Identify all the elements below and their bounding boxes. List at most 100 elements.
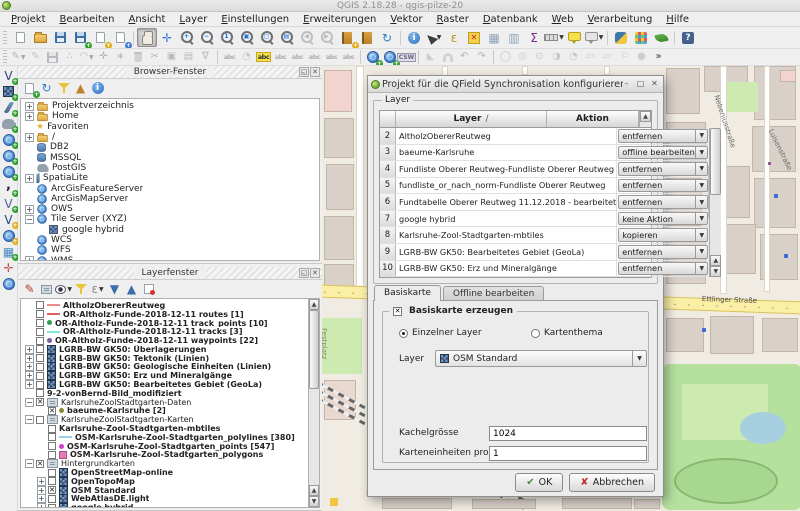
expander-icon[interactable]: + (37, 503, 46, 508)
layer-item[interactable]: +LGRB-BW GK50: Erz und Mineralgänge (23, 371, 307, 380)
browser-item[interactable]: +Home (23, 111, 319, 121)
browser-item[interactable]: +OWS (23, 204, 319, 214)
row-number-cell[interactable]: 8 (380, 227, 396, 243)
menu-einstellungen[interactable]: Einstellungen (214, 13, 296, 26)
browser-item[interactable]: +PostGIS (23, 163, 319, 173)
zoom-in-icon[interactable]: + (177, 28, 197, 47)
menu-web[interactable]: Web (545, 13, 581, 26)
add-group-icon[interactable] (38, 281, 55, 297)
refresh-browser-icon[interactable]: ↻ (38, 80, 55, 96)
menu-layer[interactable]: Layer (172, 13, 214, 26)
expander-icon[interactable]: + (25, 345, 34, 354)
zoom-out-icon[interactable]: − (197, 28, 217, 47)
qfield-sync-icon[interactable] (651, 28, 671, 47)
text-annotation-icon[interactable]: ▼ (584, 28, 604, 47)
layer-item[interactable]: +OR-Altholz-Funde-2018-12-11 track_point… (23, 319, 307, 328)
select-features-icon[interactable]: ▼ (424, 28, 444, 47)
layer-checkbox[interactable] (36, 345, 44, 353)
action-column-header[interactable]: Aktion (547, 111, 639, 127)
manage-plugins-icon[interactable] (631, 28, 651, 47)
layer-name-cell[interactable]: Karlsruhe-Zool-Stadtgarten-mbtiles (396, 227, 617, 243)
map-refresh-icon[interactable]: ↻ (377, 28, 397, 47)
radio-map-theme[interactable]: Kartenthema (531, 328, 603, 338)
table-scroll-down-icon[interactable]: ▼ (710, 266, 721, 277)
zoom-full-icon[interactable]: ▣ (237, 28, 257, 47)
tab-basiskarte[interactable]: Basiskarte (374, 285, 441, 301)
layer-checkbox[interactable] (48, 425, 56, 433)
browser-item[interactable]: −Tile Server (XYZ) (23, 214, 319, 224)
row-number-cell[interactable]: 6 (380, 194, 396, 210)
project-open-icon[interactable] (30, 28, 50, 47)
show-statistics-icon[interactable]: Σ (524, 28, 544, 47)
action-dropdown-arrow-icon[interactable]: ▼ (695, 263, 707, 275)
manage-visibility-icon[interactable]: ▼ (55, 281, 72, 297)
menu-verarbeitung[interactable]: Verarbeitung (580, 13, 659, 26)
browser-item[interactable]: +WCS (23, 235, 319, 245)
layer-item[interactable]: +LGRB-BW GK50: Geologische Einheiten (Li… (23, 363, 307, 372)
dialog-minimize-icon[interactable]: – (621, 79, 632, 90)
action-select[interactable]: entfernen▼ (618, 162, 708, 176)
toolbar-overflow-icon[interactable]: » (650, 50, 667, 65)
layer-item[interactable]: −KarlsruheZoolStadtgarten-Karten (23, 415, 307, 424)
add-wfs-from-web-icon[interactable]: + (381, 50, 398, 65)
layer-checkbox[interactable] (36, 310, 44, 318)
map-units-input[interactable] (489, 446, 647, 461)
table-scrollbar[interactable]: ▲ (639, 111, 651, 127)
layer-checkbox[interactable] (36, 319, 44, 327)
metasearch-icon[interactable] (1, 276, 17, 291)
measure-icon[interactable]: ▼ (544, 28, 564, 47)
layer-item[interactable]: +OR-Altholz-Funde-2018-12-11 tracks [3] (23, 327, 307, 336)
action-select[interactable]: entfernen▼ (618, 129, 708, 143)
ok-button[interactable]: ✔ OK (515, 473, 563, 492)
browser-item[interactable]: +Projektverzeichnis (23, 101, 319, 111)
metasearch-csw-icon[interactable]: CSW (398, 50, 415, 65)
menu-hilfe[interactable]: Hilfe (659, 13, 696, 26)
dialog-close-icon[interactable]: ✕ (649, 79, 660, 90)
layer-checkbox[interactable] (48, 495, 56, 503)
browser-item[interactable]: +/ (23, 132, 319, 142)
action-dropdown-arrow-icon[interactable]: ▼ (695, 163, 707, 175)
layer-checkbox[interactable] (36, 381, 44, 389)
menu-erweiterungen[interactable]: Erweiterungen (296, 13, 383, 26)
row-number-cell[interactable]: 7 (380, 211, 396, 227)
expander-icon[interactable]: + (25, 256, 34, 261)
layer-checkbox[interactable] (36, 337, 44, 345)
action-select[interactable]: keine Aktion▼ (618, 212, 708, 226)
action-dropdown-arrow-icon[interactable]: ▼ (695, 130, 707, 142)
layer-checkbox[interactable] (48, 477, 56, 485)
expander-icon[interactable]: + (25, 354, 34, 363)
dialog-maximize-icon[interactable]: □ (635, 79, 646, 90)
layer-checkbox[interactable] (36, 363, 44, 371)
deselect-features-icon[interactable]: ✕ (464, 28, 484, 47)
scroll-thumb[interactable] (309, 310, 319, 389)
layer-checkbox[interactable] (48, 504, 56, 508)
corner-header-cell[interactable] (380, 111, 396, 127)
add-oracle-layer-icon[interactable]: + (1, 228, 17, 243)
layer-item[interactable]: +LGRB-BW GK50: Überlagerungen (23, 345, 307, 354)
layer-item[interactable]: +OpenTopoMap (23, 477, 307, 486)
expander-icon[interactable]: + (37, 486, 46, 495)
browser-item[interactable]: +WFS (23, 245, 319, 255)
collapse-all-layers-icon[interactable]: ▲ (123, 281, 140, 297)
table-row[interactable]: 5fundliste_or_nach_norm-Fundliste Oberer… (380, 178, 709, 195)
browser-item[interactable]: +ArcGisFeatureServer (23, 183, 319, 193)
db-manager-icon[interactable]: ▦+ (1, 244, 17, 259)
layers-close-icon[interactable]: ✕ (310, 268, 320, 278)
help-icon[interactable]: ? (678, 28, 698, 47)
add-selected-layers-icon[interactable]: + (21, 80, 38, 96)
browser-item[interactable]: +★Favoriten (23, 122, 319, 132)
layer-item[interactable]: +✕OSM Standard (23, 486, 307, 495)
filter-by-expression-icon[interactable]: ε▼ (89, 281, 106, 297)
expander-icon[interactable]: − (25, 415, 34, 424)
layer-item[interactable]: +Karlsruhe-Zool-Stadtgarten-mbtiles (23, 424, 307, 433)
python-console-icon[interactable] (611, 28, 631, 47)
select-by-expression-icon[interactable]: ε (444, 28, 464, 47)
map-tips-icon[interactable] (564, 28, 584, 47)
layer-checkbox[interactable] (36, 354, 44, 362)
project-save-icon[interactable] (50, 28, 70, 47)
action-dropdown-arrow-icon[interactable]: ▼ (695, 213, 707, 225)
identify-features-icon[interactable]: i (404, 28, 424, 47)
action-select[interactable]: entfernen▼ (618, 195, 708, 209)
row-number-cell[interactable]: 9 (380, 244, 396, 260)
layer-checkbox[interactable] (36, 301, 44, 309)
